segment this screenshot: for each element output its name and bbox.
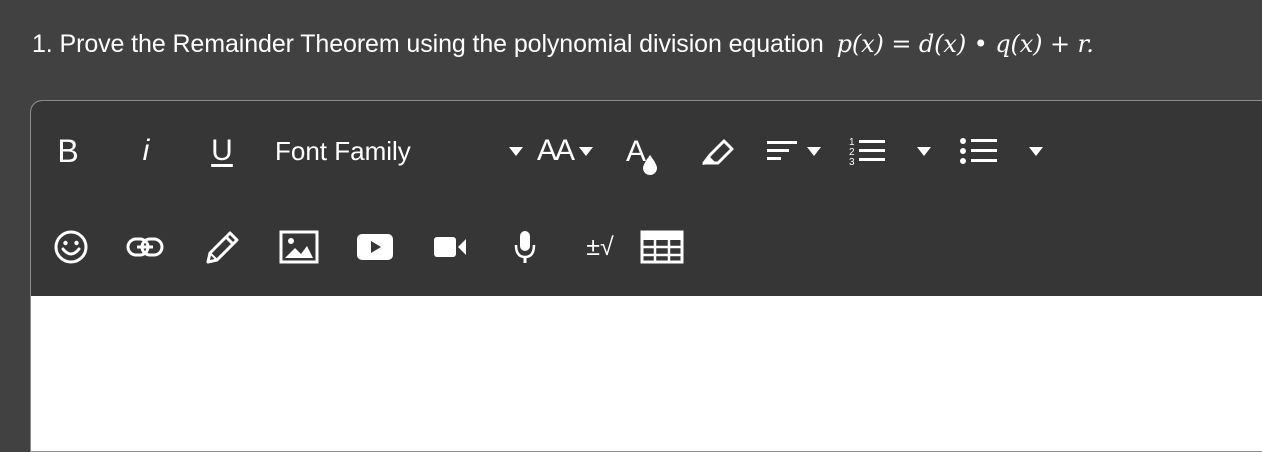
math-icon: ±√: [586, 232, 614, 261]
chevron-down-icon: [917, 146, 931, 156]
chevron-down-icon: [509, 147, 523, 156]
rich-text-editor: B i U Font Family AA A 1 2 3 ±√: [30, 100, 1262, 452]
question-text: Prove the Remainder Theorem using the po…: [59, 30, 824, 58]
link-button[interactable]: [125, 227, 165, 267]
emoji-button[interactable]: [51, 227, 91, 267]
italic-button[interactable]: i: [131, 131, 161, 171]
editor-content-area[interactable]: [31, 296, 1262, 451]
svg-text:A: A: [626, 135, 646, 168]
highlight-button[interactable]: [699, 131, 741, 171]
unordered-list-icon: [960, 138, 997, 164]
chevron-down-icon: [579, 146, 594, 156]
table-icon: [640, 230, 684, 264]
font-size-label: AA: [537, 134, 575, 167]
italic-label: i: [142, 134, 150, 167]
question-equation: p(x) = d(x) • q(x) + r.: [836, 30, 1094, 58]
font-family-label: Font Family: [275, 135, 411, 166]
unordered-list-dropdown[interactable]: [955, 131, 1055, 171]
pencil-icon: [206, 231, 239, 264]
chevron-down-icon: [1029, 146, 1043, 156]
microphone-icon: [514, 231, 536, 263]
highlight-icon: [702, 139, 734, 165]
record-audio-button[interactable]: [505, 227, 545, 267]
ordered-list-dropdown[interactable]: 1 2 3: [843, 131, 943, 171]
svg-text:3: 3: [849, 157, 855, 168]
record-video-button[interactable]: [431, 229, 471, 265]
editor-toolbar: B i U Font Family AA A 1 2 3 ±√: [31, 101, 1262, 296]
underline-label: U: [211, 134, 233, 167]
bold-label: B: [57, 132, 79, 169]
font-size-dropdown[interactable]: AA: [537, 131, 607, 171]
font-family-dropdown[interactable]: Font Family: [275, 131, 535, 171]
link-icon: [126, 237, 164, 257]
chevron-down-icon: [807, 146, 821, 156]
insert-image-button[interactable]: [277, 227, 321, 267]
draw-button[interactable]: [201, 225, 245, 269]
question-prompt: 1. Prove the Remainder Theorem using the…: [32, 30, 1094, 59]
insert-math-button[interactable]: ±√: [577, 227, 623, 267]
insert-video-button[interactable]: [353, 229, 397, 265]
bold-button[interactable]: B: [53, 131, 83, 171]
underline-button[interactable]: U: [204, 131, 240, 171]
font-color-icon: A: [626, 135, 657, 175]
align-dropdown[interactable]: [765, 131, 835, 171]
camera-icon: [434, 237, 466, 257]
align-left-icon: [767, 141, 797, 160]
insert-table-button[interactable]: [639, 227, 685, 267]
video-play-icon: [357, 234, 393, 260]
question-number: 1.: [32, 30, 53, 58]
emoji-icon: [54, 230, 88, 264]
ordered-list-icon: 1 2 3: [849, 137, 885, 168]
font-color-button[interactable]: A: [623, 131, 663, 175]
image-icon: [279, 230, 319, 264]
